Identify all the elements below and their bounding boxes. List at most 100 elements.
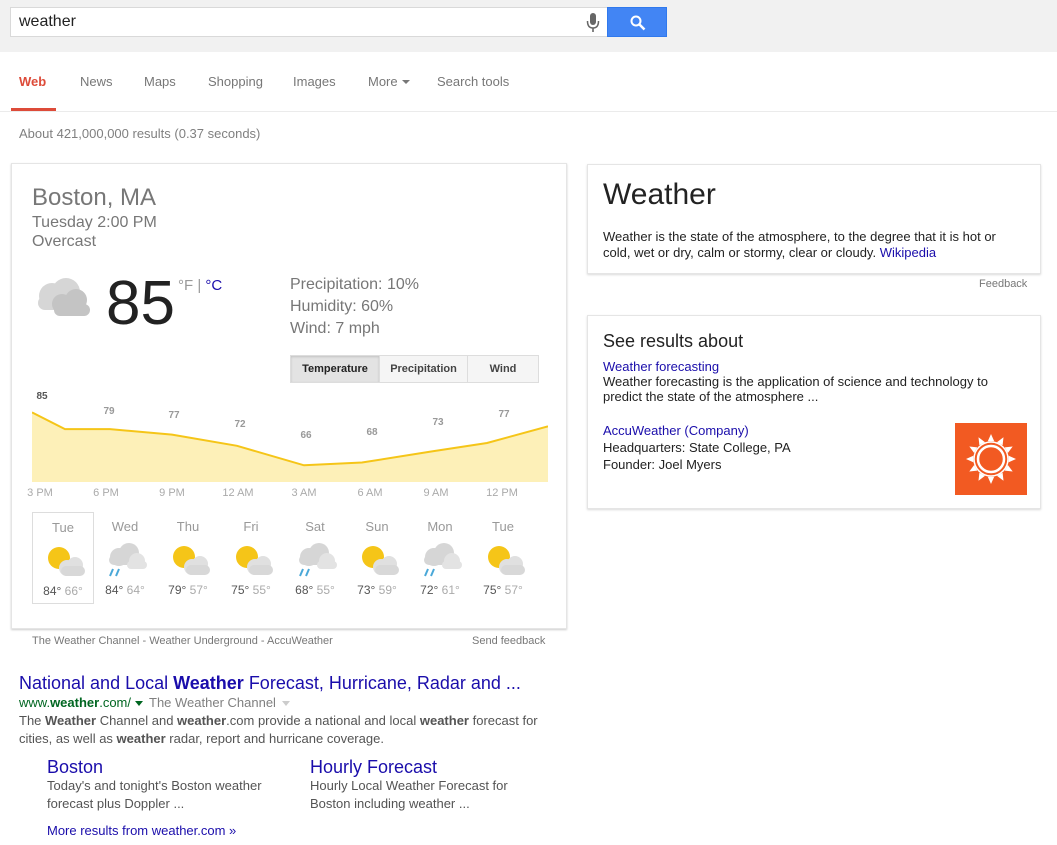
celsius-toggle[interactable]: °C (205, 277, 222, 294)
result-stats: About 421,000,000 results (0.37 seconds) (19, 126, 261, 141)
forecast-temps: 75° 55° (220, 583, 282, 597)
forecast-low: 64° (126, 583, 145, 597)
forecast-day[interactable]: Sat 68° 55° (284, 512, 346, 604)
temperature-button[interactable]: Temperature (291, 356, 380, 382)
weather-location: Boston, MA (32, 184, 157, 211)
weather-details: Precipitation: 10% Humidity: 60% Wind: 7… (290, 274, 419, 340)
snippet-part: .com provide a national and local (226, 713, 420, 728)
knowledge-title: Weather (603, 178, 716, 211)
chart-point-label: 79 (103, 406, 115, 417)
tab-search-tools[interactable]: Search tools (437, 74, 509, 89)
tab-news[interactable]: News (80, 74, 113, 89)
knowledge-feedback-link[interactable]: Feedback (979, 278, 1027, 290)
weather-time: Tuesday 2:00 PM (32, 214, 157, 231)
current-temperature: 85 (106, 269, 175, 338)
accuweather-logo[interactable] (955, 423, 1027, 495)
chart-point-label: 85 (36, 392, 48, 402)
result-title-link[interactable]: National and Local Weather Forecast, Hur… (19, 673, 521, 694)
chart-x-tick: 3 AM (291, 487, 317, 499)
forecast-high: 72° (420, 583, 439, 597)
humidity-value: Humidity: 60% (290, 298, 394, 315)
chevron-down-icon (401, 80, 410, 84)
weather-forecasting-desc: Weather forecasting is the application o… (603, 374, 988, 404)
chart-point-label: 66 (300, 430, 312, 441)
result-snippet: The Weather Channel and weather.com prov… (19, 712, 549, 748)
partly-cloudy-icon (236, 546, 273, 575)
partly-cloudy-icon (173, 546, 210, 575)
forecast-low: 55° (252, 583, 271, 597)
forecast-high: 84° (105, 583, 124, 597)
forecast-day-name: Tue (492, 519, 514, 534)
forecast-day[interactable]: Sun 73° 59° (346, 512, 408, 604)
wind-button[interactable]: Wind (468, 356, 538, 382)
forecast-low: 59° (378, 583, 397, 597)
rain-icon (109, 543, 147, 577)
tab-maps[interactable]: Maps (144, 74, 176, 89)
search-box[interactable] (10, 7, 608, 37)
precipitation-button[interactable]: Precipitation (380, 356, 468, 382)
temperature-chart[interactable]: 85 79 77 72 66 68 73 77 (32, 392, 548, 482)
forecast-day-name: Wed (111, 519, 139, 534)
weather-forecasting-link[interactable]: Weather forecasting (603, 359, 719, 374)
microphone-icon[interactable] (586, 13, 600, 33)
partly-cloudy-icon (488, 546, 525, 575)
site-name: The Weather Channel (149, 695, 276, 710)
tab-images[interactable]: Images (293, 74, 336, 89)
sitelink-boston[interactable]: Boston (47, 757, 103, 778)
see-results-card: See results about Weather forecasting We… (587, 315, 1041, 509)
forecast-day[interactable]: Fri 75° 55° (220, 512, 282, 604)
snippet-bold: weather (177, 713, 227, 728)
forecast-low: 66° (64, 584, 83, 598)
chart-x-tick: 9 PM (159, 487, 185, 499)
forecast-temps: 73° 59° (346, 583, 408, 597)
snippet-part: Channel and (96, 713, 178, 728)
chart-mode-buttons: Temperature Precipitation Wind (290, 355, 539, 383)
tab-shopping[interactable]: Shopping (208, 74, 263, 89)
forecast-high: 75° (483, 583, 502, 597)
chart-x-tick: 9 AM (423, 487, 449, 499)
tab-more-label: More (368, 74, 398, 89)
sun-icon (966, 434, 1016, 484)
sun-ray (987, 434, 995, 442)
forecast-day[interactable]: Wed 84° 64° (94, 512, 156, 604)
chart-point-label: 68 (366, 427, 378, 438)
forecast-day[interactable]: Tue 84° 66° (32, 512, 94, 604)
forecast-day[interactable]: Tue 75° 57° (472, 512, 534, 604)
sun-ray (987, 476, 995, 484)
title-part-bold: Weather (173, 673, 244, 693)
accuweather-link[interactable]: AccuWeather (Company) (603, 423, 749, 438)
weather-feedback-link[interactable]: Send feedback (472, 635, 545, 647)
chart-x-tick: 12 AM (222, 487, 254, 499)
top-bar (0, 0, 1057, 52)
fahrenheit-toggle[interactable]: °F (178, 277, 193, 294)
sitelink-hourly-desc: Hourly Local Weather Forecast for Boston… (310, 778, 508, 811)
forecast-temps: 75° 57° (472, 583, 534, 597)
weather-condition: Overcast (32, 233, 97, 250)
chart-x-tick: 12 PM (486, 487, 518, 499)
wikipedia-link[interactable]: Wikipedia (880, 245, 936, 260)
forecast-day[interactable]: Mon 72° 61° (409, 512, 471, 604)
forecast-day-name: Thu (176, 519, 200, 534)
more-results-link[interactable]: More results from weather.com » (47, 823, 236, 838)
unit-toggle: °F | °C (178, 277, 222, 294)
forecast-day-name: Mon (427, 519, 453, 534)
forecast-high: 79° (168, 583, 187, 597)
forecast-temps: 79° 57° (157, 583, 219, 597)
forecast-day-name: Sun (365, 519, 389, 534)
tab-more[interactable]: More (368, 74, 410, 89)
sitelink-hourly-forecast[interactable]: Hourly Forecast (310, 757, 437, 778)
url-caret-icon[interactable] (135, 700, 143, 706)
snippet-bold: weather (419, 713, 469, 728)
search-input[interactable] (19, 12, 579, 32)
snippet-part: The (19, 713, 46, 728)
forecast-low: 57° (189, 583, 208, 597)
site-caret-icon[interactable] (281, 701, 290, 707)
tab-web[interactable]: Web (19, 74, 46, 89)
weather-sources[interactable]: The Weather Channel - Weather Undergroun… (32, 635, 333, 647)
snippet-bold: Weather (45, 713, 97, 728)
forecast-day[interactable]: Thu 79° 57° (157, 512, 219, 604)
overcast-icon (38, 278, 90, 316)
forecast-high: 84° (43, 584, 62, 598)
search-button[interactable] (607, 7, 667, 37)
forecast-day-name: Tue (52, 520, 74, 535)
